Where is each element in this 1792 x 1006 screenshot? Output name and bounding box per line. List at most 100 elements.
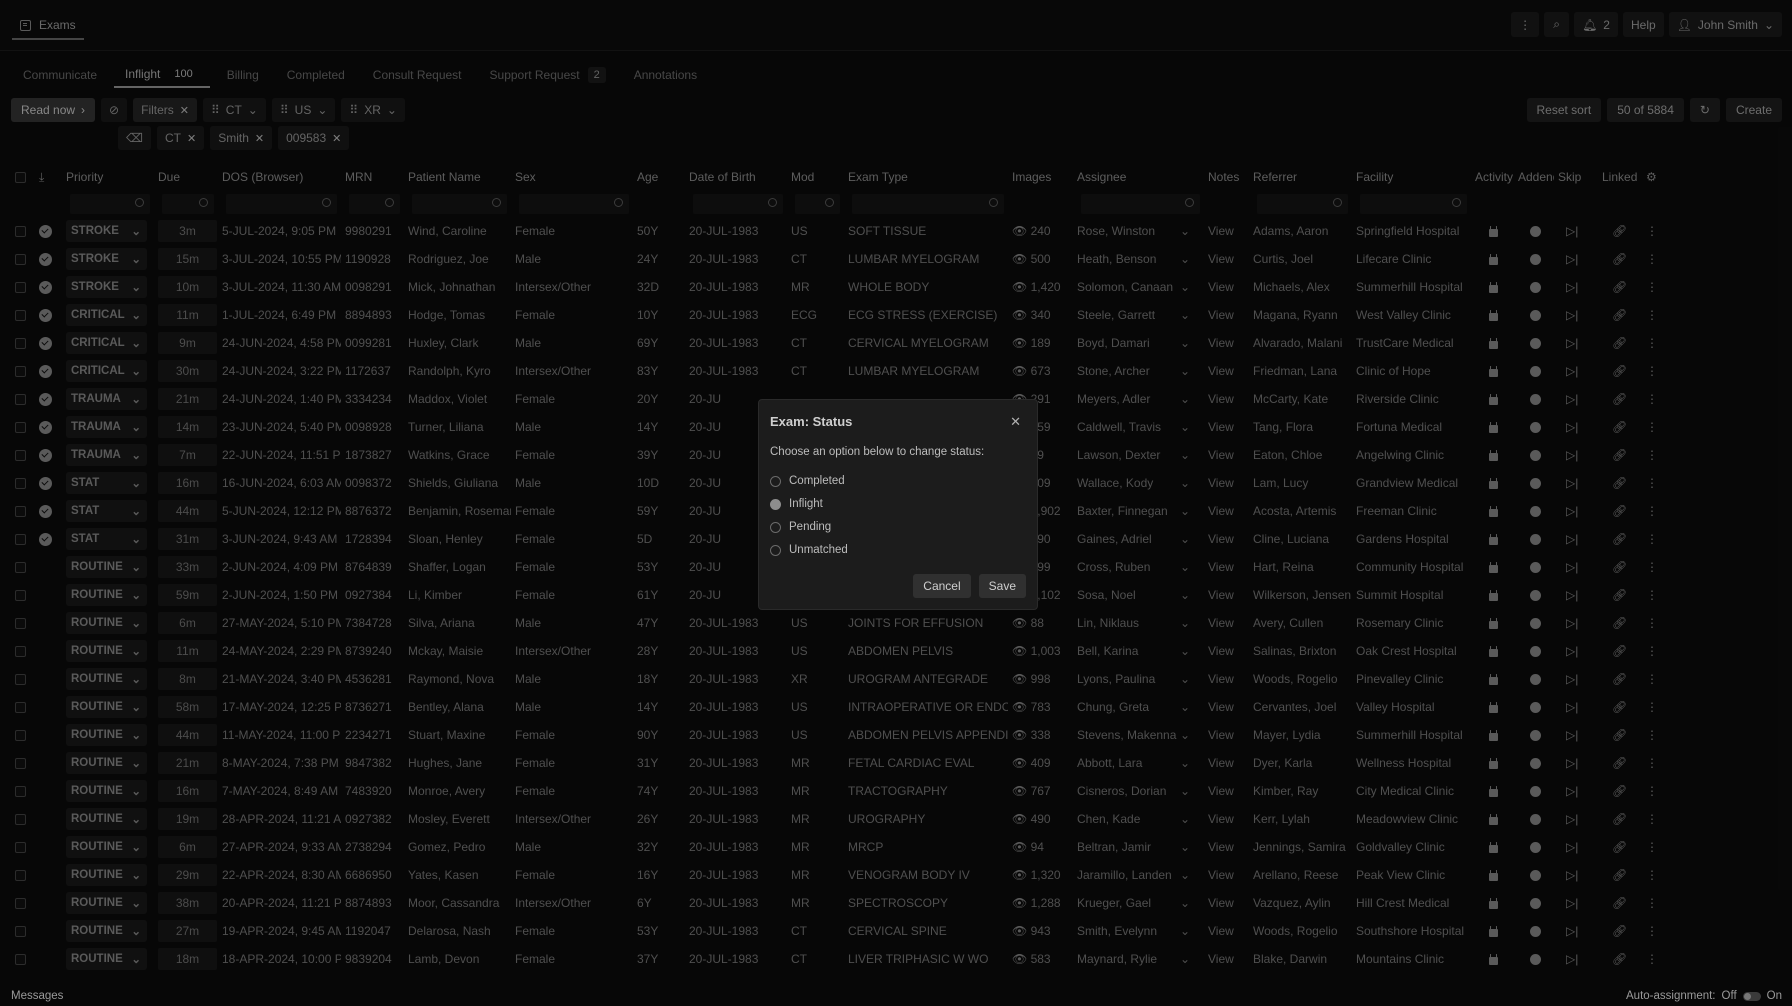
link-icon[interactable]: 🔗︎ [1612, 700, 1627, 714]
kebab-icon[interactable]: ⋮ [1646, 420, 1658, 434]
column-header-referrer[interactable]: Referrer [1249, 170, 1352, 184]
kebab-icon[interactable]: ⋮ [1646, 476, 1658, 490]
skip-icon[interactable]: ▷| [1566, 784, 1578, 798]
create-button[interactable]: Create [1725, 98, 1782, 122]
cell-notes[interactable]: View [1204, 420, 1249, 434]
refresh-button[interactable]: ↻ [1689, 98, 1720, 122]
cell-notes[interactable]: View [1204, 476, 1249, 490]
row-checkbox[interactable] [15, 505, 26, 517]
lock-icon[interactable] [1489, 953, 1498, 965]
lock-icon[interactable] [1489, 225, 1498, 237]
notifications-button[interactable]: 🔔︎ 2 [1574, 12, 1618, 37]
cell-notes[interactable]: View [1204, 868, 1249, 882]
row-checkbox[interactable] [15, 309, 26, 321]
lock-icon[interactable] [1489, 897, 1498, 909]
kebab-icon[interactable]: ⋮ [1646, 336, 1658, 350]
link-icon[interactable]: 🔗︎ [1612, 336, 1627, 350]
lock-icon[interactable] [1489, 925, 1498, 937]
eye-icon[interactable]: 👁︎ [1012, 784, 1031, 798]
table-row[interactable]: ROUTINE ⌄ 18m 18-APR-2024, 10:00 PM 9839204 L… [11, 945, 1782, 973]
lock-icon[interactable] [1489, 673, 1498, 685]
link-icon[interactable]: 🔗︎ [1612, 952, 1627, 966]
row-checkbox[interactable] [15, 673, 26, 685]
priority-select[interactable]: TRAUMA ⌄ [66, 444, 147, 466]
lock-icon[interactable] [1489, 589, 1498, 601]
filter-toggle-button[interactable]: ⊘ [101, 98, 128, 122]
cell-notes[interactable]: View [1204, 224, 1249, 238]
link-icon[interactable]: 🔗︎ [1612, 896, 1627, 910]
cell-notes[interactable]: View [1204, 756, 1249, 770]
lock-icon[interactable] [1489, 393, 1498, 405]
lock-icon[interactable] [1489, 421, 1498, 433]
skip-icon[interactable]: ▷| [1566, 560, 1578, 574]
link-icon[interactable]: 🔗︎ [1612, 616, 1627, 630]
gear-icon[interactable]: ⚙ [1646, 170, 1657, 184]
skip-icon[interactable]: ▷| [1566, 952, 1578, 966]
info-circle-icon[interactable] [1530, 365, 1541, 377]
table-row[interactable]: CRITICAL ⌄ 9m 24-JUN-2024, 4:58 PM 0099281 Hu… [11, 329, 1782, 357]
close-icon[interactable]: ✕ [255, 132, 264, 145]
cell-asg[interactable]: Smith, Evelynn ⌄ [1073, 924, 1204, 938]
skip-icon[interactable]: ▷| [1566, 896, 1578, 910]
status-option-unmatched[interactable]: Unmatched [770, 544, 1026, 556]
cell-prio[interactable]: TRAUMA ⌄ [62, 444, 154, 466]
cell-prio[interactable]: ROUTINE ⌄ [62, 808, 154, 830]
kebab-icon[interactable]: ⋮ [1646, 868, 1658, 882]
table-row[interactable]: ROUTINE ⌄ 16m 7-MAY-2024, 8:49 AM 7483920 Mon… [11, 777, 1782, 805]
priority-select[interactable]: TRAUMA ⌄ [66, 388, 147, 410]
column-header-due[interactable]: Due [154, 170, 218, 184]
column-header-dos-browser-[interactable]: DOS (Browser) [218, 170, 341, 184]
column-filter-input[interactable] [519, 194, 629, 214]
link-icon[interactable]: 🔗︎ [1612, 280, 1627, 294]
cell-asg[interactable]: Stone, Archer ⌄ [1073, 364, 1204, 378]
kebab-icon[interactable]: ⋮ [1646, 588, 1658, 602]
cell-prio[interactable]: ROUTINE ⌄ [62, 724, 154, 746]
download-icon[interactable]: ⤓ [39, 170, 44, 184]
eye-icon[interactable]: 👁︎ [1012, 308, 1031, 322]
lock-icon[interactable] [1489, 813, 1498, 825]
table-row[interactable]: ROUTINE ⌄ 11m 24-MAY-2024, 2:29 PM 8739240 Mc… [11, 637, 1782, 665]
table-row[interactable]: ROUTINE ⌄ 58m 17-MAY-2024, 12:25 PM 8736271 B… [11, 693, 1782, 721]
cell-asg[interactable]: Chung, Greta ⌄ [1073, 700, 1204, 714]
cell-notes[interactable]: View [1204, 252, 1249, 266]
skip-icon[interactable]: ▷| [1566, 924, 1578, 938]
eye-icon[interactable]: 👁︎ [1012, 896, 1031, 910]
column-filter-input[interactable] [226, 194, 337, 214]
skip-icon[interactable]: ▷| [1566, 420, 1578, 434]
row-checkbox[interactable] [15, 365, 26, 377]
tab-billing[interactable]: Billing [216, 62, 270, 88]
table-row[interactable]: CRITICAL ⌄ 30m 24-JUN-2024, 3:22 PM 1172637 R… [11, 357, 1782, 385]
lock-icon[interactable] [1489, 841, 1498, 853]
kebab-icon[interactable]: ⋮ [1646, 728, 1658, 742]
row-checkbox[interactable] [15, 449, 26, 461]
priority-select[interactable]: ROUTINE ⌄ [66, 892, 147, 914]
column-header-mod[interactable]: Mod [787, 170, 844, 184]
tab-annotations[interactable]: Annotations [623, 62, 708, 88]
row-checkbox[interactable] [15, 785, 26, 797]
column-filter-input[interactable] [412, 194, 507, 214]
kebab-icon[interactable]: ⋮ [1646, 532, 1658, 546]
info-circle-icon[interactable] [1530, 393, 1541, 405]
priority-select[interactable]: ROUTINE ⌄ [66, 864, 147, 886]
row-checkbox[interactable] [15, 897, 26, 909]
info-circle-icon[interactable] [1530, 281, 1541, 293]
cell-notes[interactable]: View [1204, 532, 1249, 546]
column-filter-input[interactable] [1257, 194, 1348, 214]
skip-icon[interactable]: ▷| [1566, 616, 1578, 630]
cell-prio[interactable]: STAT ⌄ [62, 528, 154, 550]
info-circle-icon[interactable] [1530, 505, 1541, 517]
cell-asg[interactable]: Baxter, Finnegan ⌄ [1073, 504, 1204, 518]
priority-select[interactable]: ROUTINE ⌄ [66, 836, 147, 858]
info-circle-icon[interactable] [1530, 841, 1541, 853]
row-checkbox[interactable] [15, 813, 26, 825]
skip-icon[interactable]: ▷| [1566, 756, 1578, 770]
skip-icon[interactable]: ▷| [1566, 224, 1578, 238]
lock-icon[interactable] [1489, 337, 1498, 349]
skip-icon[interactable]: ▷| [1566, 280, 1578, 294]
link-icon[interactable]: 🔗︎ [1612, 532, 1627, 546]
eye-icon[interactable]: 👁︎ [1012, 952, 1031, 966]
column-header-notes[interactable]: Notes [1204, 170, 1249, 184]
kebab-icon[interactable]: ⋮ [1646, 924, 1658, 938]
link-icon[interactable]: 🔗︎ [1612, 672, 1627, 686]
mod-filter-xr[interactable]: ⠿ XR ⌄ [341, 98, 405, 122]
